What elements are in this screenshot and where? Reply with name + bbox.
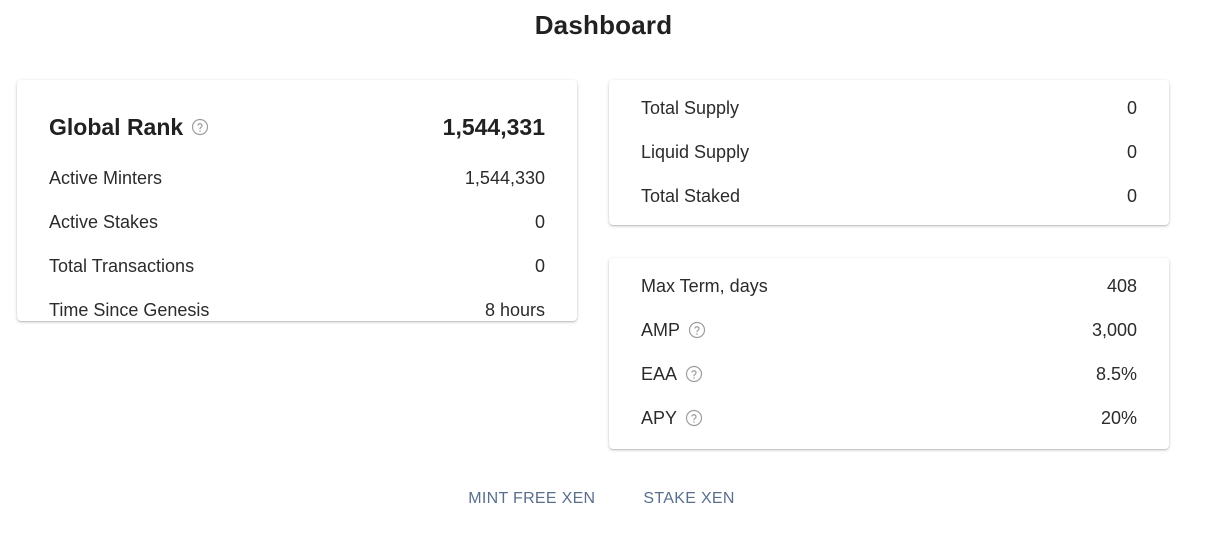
stat-value: 1,544,330 [464,167,545,188]
help-icon[interactable] [688,321,706,339]
stat-value: 0 [534,211,545,232]
supply-value: 0 [1126,141,1137,162]
stat-row-time-since-genesis: Time Since Genesis 8 hours [49,288,545,332]
global-rank-row: Global Rank 1,544,331 [49,98,545,156]
stat-label: Time Since Genesis [49,299,210,320]
stat-row-total-transactions: Total Transactions 0 [49,244,545,288]
global-rank-label-group: Global Rank [49,114,209,141]
page-title: Dashboard [534,10,673,40]
param-label: EAA [641,363,678,384]
param-row-apy: APY 20% [641,396,1137,440]
param-label-group: APY [641,408,703,429]
stat-row-active-stakes: Active Stakes 0 [49,200,545,244]
param-value: 8.5% [1095,363,1137,384]
supply-value: 0 [1126,97,1137,118]
param-value: 3,000 [1091,319,1137,340]
param-row-eaa: EAA 8.5% [641,352,1137,396]
supply-label: Total Supply [641,97,740,118]
param-value: 408 [1106,275,1137,296]
global-rank-label: Global Rank [49,113,184,140]
supply-row-liquid-supply: Liquid Supply 0 [641,130,1137,174]
stat-row-active-minters: Active Minters 1,544,330 [49,156,545,200]
help-icon[interactable] [685,365,703,383]
stat-value: 8 hours [484,299,545,320]
param-row-amp: AMP 3,000 [641,308,1137,352]
action-bar: MINT FREE XEN STAKE XEN [0,488,1207,510]
stake-xen-button[interactable]: STAKE XEN [643,488,734,510]
params-card: Max Term, days 408 AMP 3,000 EAA 8.5% AP… [609,258,1169,449]
supply-row-total-supply: Total Supply 0 [641,86,1137,130]
supply-value: 0 [1126,185,1137,206]
stat-label: Active Minters [49,167,163,188]
param-label-group: AMP [641,320,706,341]
mint-free-xen-button[interactable]: MINT FREE XEN [468,488,595,510]
stat-label: Active Stakes [49,211,159,232]
supply-label: Total Staked [641,185,741,206]
dashboard-page: Dashboard Global Rank 1,544,331 Active M… [0,0,1207,545]
param-label-group: EAA [641,364,703,385]
global-rank-value: 1,544,331 [442,113,545,140]
stat-value: 0 [534,255,545,276]
supply-card: Total Supply 0 Liquid Supply 0 Total Sta… [609,80,1169,225]
param-label: AMP [641,319,681,340]
stats-card: Global Rank 1,544,331 Active Minters 1,5… [17,80,577,321]
param-row-max-term: Max Term, days 408 [641,264,1137,308]
help-icon[interactable] [685,409,703,427]
stat-label: Total Transactions [49,255,195,276]
param-label: APY [641,407,678,428]
supply-label: Liquid Supply [641,141,750,162]
supply-row-total-staked: Total Staked 0 [641,174,1137,218]
help-icon[interactable] [191,118,209,136]
param-label: Max Term, days [641,275,768,296]
param-value: 20% [1100,407,1137,428]
